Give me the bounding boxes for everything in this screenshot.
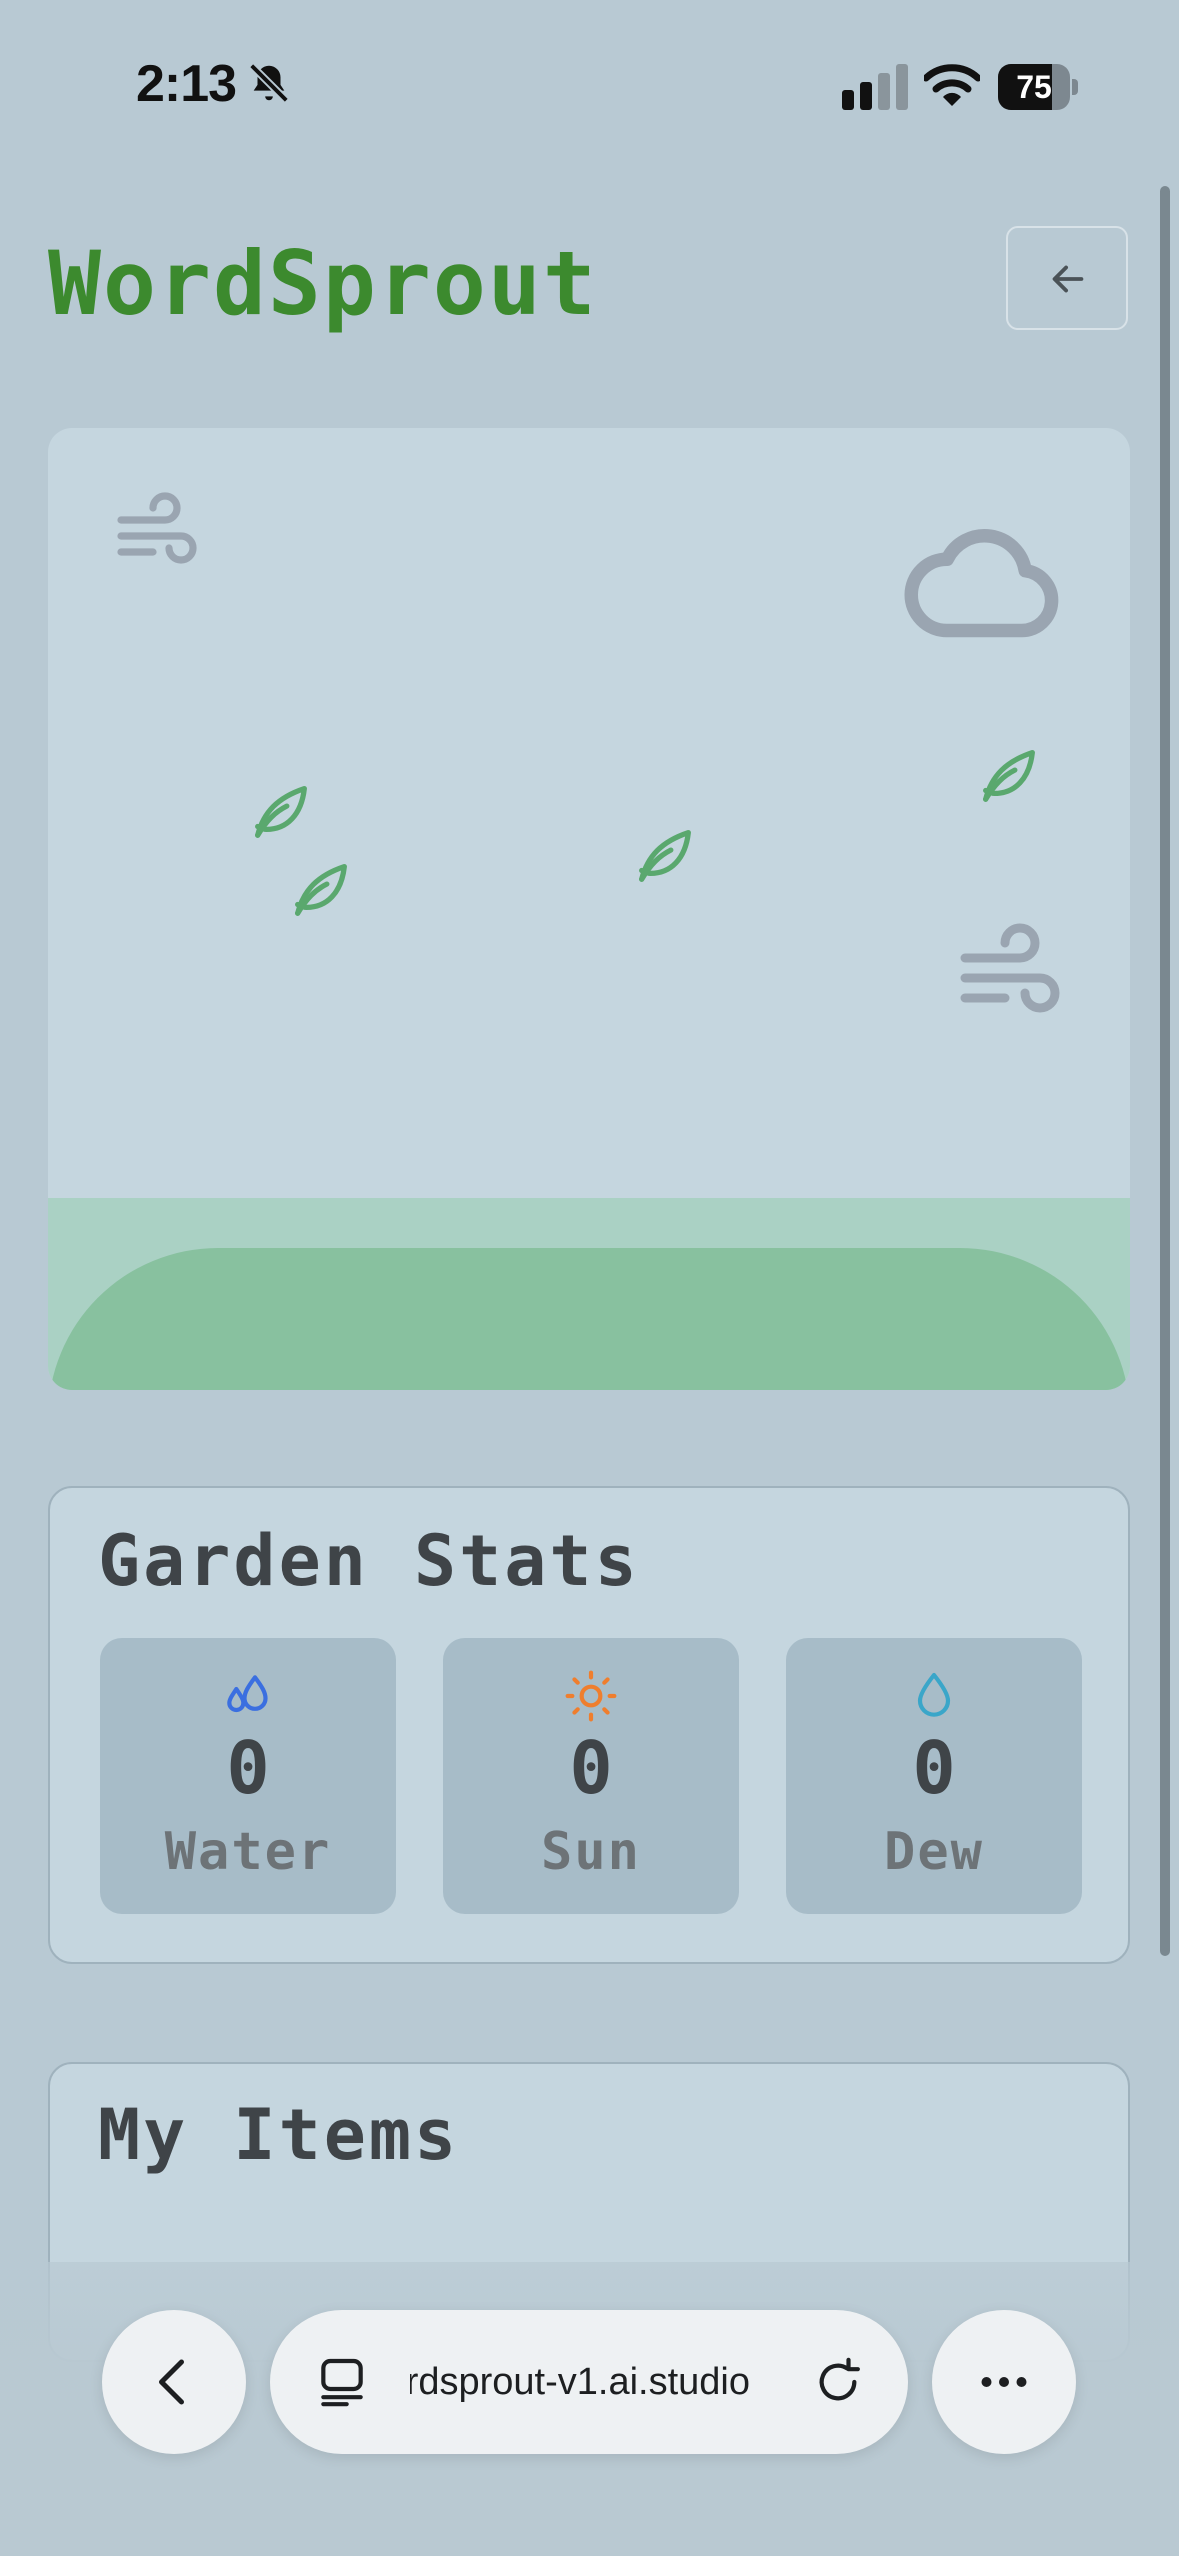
sun-label: Sun xyxy=(541,1822,641,1882)
wind-icon xyxy=(960,923,1060,1013)
my-items-title: My Items xyxy=(98,2094,460,2176)
more-icon xyxy=(981,2377,1027,2387)
sun-value: 0 xyxy=(569,1726,613,1810)
arrow-left-icon xyxy=(1052,265,1084,293)
sun-icon xyxy=(565,1670,617,1722)
leaf-icon xyxy=(639,829,691,882)
leaf-icon xyxy=(295,863,347,916)
wifi-icon xyxy=(924,64,980,106)
cloud-icon xyxy=(904,529,1059,638)
wind-icon xyxy=(117,492,197,564)
stat-water: 0 Water xyxy=(100,1638,396,1914)
water-drops-icon xyxy=(227,1675,268,1713)
app-title: WordSprout xyxy=(48,232,598,335)
dew-value: 0 xyxy=(912,1726,956,1810)
address-bar[interactable]: wordsprout-v1.ai.studio xyxy=(270,2310,908,2454)
droplet-icon xyxy=(917,1672,951,1717)
stat-dew: 0 Dew xyxy=(786,1638,1082,1914)
more-button[interactable] xyxy=(932,2310,1076,2454)
status-bar: 2:13 75 xyxy=(0,0,1179,150)
tabs-icon[interactable] xyxy=(314,2354,370,2410)
browser-back-button[interactable] xyxy=(102,2310,246,2454)
garden-stats-title: Garden Stats xyxy=(98,1520,640,1602)
garden-scene xyxy=(48,428,1130,1390)
status-time: 2:13 xyxy=(136,55,237,113)
cellular-signal-icon xyxy=(842,64,908,110)
dew-label: Dew xyxy=(884,1822,984,1882)
url-text[interactable]: wordsprout-v1.ai.studio xyxy=(410,2310,750,2454)
stat-sun: 0 Sun xyxy=(443,1638,739,1914)
page-scrollbar[interactable] xyxy=(1160,186,1170,1956)
garden-stats-panel: Garden Stats 0 Water 0 Sun 0 Dew xyxy=(48,1486,1130,1964)
back-button[interactable] xyxy=(1006,226,1128,330)
bell-slash-icon xyxy=(249,63,289,103)
reload-icon[interactable] xyxy=(810,2354,866,2410)
water-value: 0 xyxy=(226,1726,270,1810)
battery-percent: 75 xyxy=(1016,69,1052,105)
chevron-left-icon xyxy=(159,2359,184,2405)
water-label: Water xyxy=(164,1822,332,1882)
leaf-icon xyxy=(255,785,307,838)
garden-mound xyxy=(48,1248,1130,1390)
leaf-icon xyxy=(983,749,1035,802)
battery-icon: 75 xyxy=(998,64,1078,110)
